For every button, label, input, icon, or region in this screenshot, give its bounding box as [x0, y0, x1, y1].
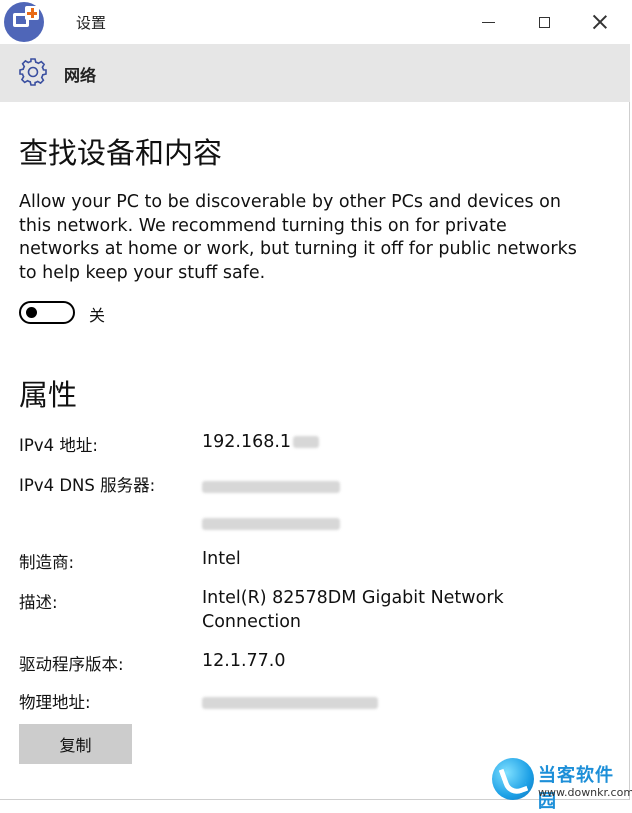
ipv4-label: IPv4 地址:	[19, 436, 98, 455]
page-title: 网络	[64, 66, 97, 85]
window-title: 设置	[76, 14, 107, 32]
physical-address-label: 物理地址:	[19, 693, 91, 712]
close-icon	[593, 15, 607, 29]
dns-value-1-redacted	[202, 476, 340, 495]
minimize-icon	[481, 21, 495, 23]
copy-button[interactable]: 复制	[19, 724, 132, 764]
physical-address-redacted	[202, 692, 378, 711]
ipv4-value: 192.168.1	[202, 431, 602, 455]
page-header: 网络	[0, 44, 630, 102]
settings-window: 设置 网络 查找设备和内容 Allow your PC to be discov…	[0, 0, 630, 800]
dns-value-2-redacted	[202, 513, 340, 532]
description-label: 描述:	[19, 593, 58, 612]
discovery-toggle[interactable]	[19, 301, 75, 324]
ipv4-redacted	[293, 436, 320, 448]
minimize-button[interactable]	[460, 0, 516, 44]
app-icon	[4, 2, 44, 42]
toggle-knob	[26, 307, 37, 318]
discovery-description: Allow your PC to be discoverable by othe…	[19, 192, 577, 283]
maximize-button[interactable]	[516, 0, 572, 44]
close-button[interactable]	[572, 0, 628, 44]
properties-heading: 属性	[19, 378, 78, 412]
toggle-state-label: 关	[89, 306, 106, 325]
discovery-heading: 查找设备和内容	[19, 136, 223, 170]
driver-version-value: 12.1.77.0	[202, 651, 286, 671]
driver-version-label: 驱动程序版本:	[19, 655, 124, 674]
watermark-url: www.downkr.com	[538, 786, 632, 799]
watermark-logo	[492, 758, 534, 800]
watermark: 当客软件园 www.downkr.com	[492, 758, 632, 812]
manufacturer-label: 制造商:	[19, 553, 75, 572]
description-value: Intel(R) 82578DM Gigabit Network Connect…	[202, 588, 504, 632]
ipv4-value-text: 192.168.1	[202, 432, 292, 452]
dns-label: IPv4 DNS 服务器:	[19, 476, 156, 495]
gear-icon	[19, 58, 47, 86]
title-bar[interactable]: 设置	[0, 0, 630, 44]
manufacturer-value: Intel	[202, 549, 241, 569]
maximize-icon	[538, 16, 550, 28]
